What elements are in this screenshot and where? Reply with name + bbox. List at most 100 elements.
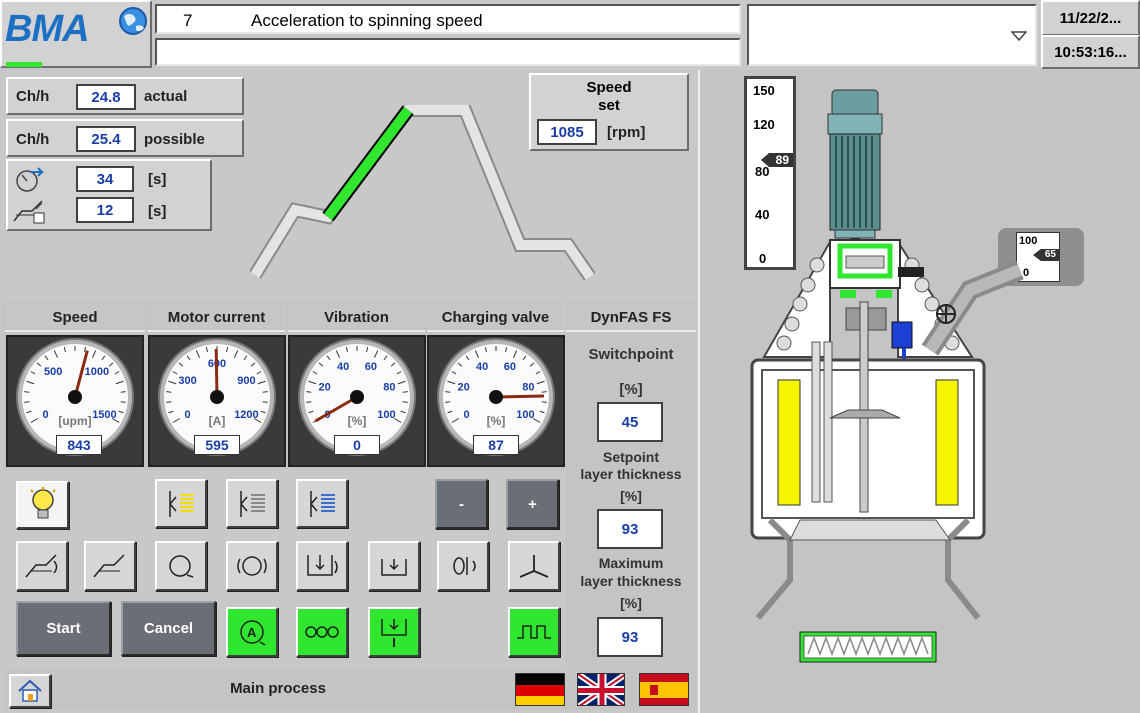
gauge-tick: [262, 401, 268, 403]
screw-conveyor-button[interactable]: [296, 607, 348, 657]
pulse-icon: [517, 625, 551, 639]
max-thickness-value[interactable]: 93: [597, 617, 663, 657]
ramp-icon: [93, 554, 125, 578]
gauge-unit: [upm]: [58, 414, 91, 428]
date-display: 11/22/2...: [1041, 0, 1140, 36]
message-display: [155, 38, 741, 66]
auto-rotation-button[interactable]: A: [226, 607, 278, 657]
discharge-program-button-1[interactable]: [155, 479, 207, 528]
ramp-time-unit: [s]: [148, 203, 167, 220]
switchpoint-value[interactable]: 45: [597, 402, 663, 442]
setpoint-value[interactable]: 93: [597, 509, 663, 549]
pulse-mode-button[interactable]: [508, 607, 560, 657]
gauge-needle: [495, 394, 545, 399]
switchpoint-unit: [%]: [619, 381, 643, 398]
gauge-title-current: Motor current: [148, 304, 285, 332]
gauge-tick: [306, 391, 312, 393]
plough-auto-icon: [381, 619, 407, 647]
speed-set-panel: Speed set 1085 [rpm]: [529, 73, 689, 151]
start-button[interactable]: Start: [16, 601, 111, 656]
actual-throughput-value: 24.8: [76, 84, 136, 110]
speed-set-value[interactable]: 1085: [537, 119, 597, 145]
plough-icon: [381, 559, 407, 576]
speed-set-unit: [rpm]: [607, 124, 646, 141]
setpoint-unit: [%]: [620, 488, 642, 504]
throughput-actual-panel: Ch/h 24.8 actual: [6, 77, 244, 115]
gauge-tick-label: 60: [365, 361, 377, 373]
gauge-title-charging-valve: Charging valve: [427, 304, 564, 332]
timer-value: 34: [76, 166, 134, 192]
gauge-hub: [210, 390, 224, 404]
hmi-screen: BMA 7 Acceleration to spinning speed 11/…: [0, 0, 1140, 713]
gauge-tick: [445, 391, 451, 393]
gauge-tick: [541, 401, 547, 403]
gauge-tick-label: 100: [377, 409, 395, 421]
gauge-tick-label: 40: [476, 361, 488, 373]
gauge-tick: [120, 391, 126, 393]
screen-title: Main process: [230, 680, 326, 697]
speed-set-subtitle: set: [598, 97, 620, 114]
lightbulb-icon: [29, 487, 56, 519]
rotation-button[interactable]: [155, 541, 207, 591]
gauge-tick-label: 1200: [234, 409, 258, 421]
home-button[interactable]: [9, 674, 51, 708]
gauges-section: Speed Motor current Vibration Charging v…: [3, 302, 565, 470]
unit-label: Ch/h: [16, 88, 50, 105]
possible-label: possible: [144, 131, 205, 148]
gauge-tick: [402, 391, 408, 393]
discharge-program-button-2[interactable]: [226, 479, 278, 528]
gauge-speed: 0 500 1000 1500 [upm] 843: [6, 335, 144, 467]
ramp-button[interactable]: [84, 541, 136, 591]
ramp-time-value: 12: [76, 197, 134, 223]
unit-label: Ch/h: [16, 131, 50, 148]
ramp-up-icon: [25, 554, 58, 578]
motor-current-value: 595: [194, 435, 240, 455]
globe-icon: [119, 7, 147, 35]
alarm-dropdown[interactable]: [747, 4, 1037, 66]
discharge-program-button-3[interactable]: [296, 479, 348, 528]
logo-area: BMA: [0, 0, 152, 68]
gauge-title-speed: Speed: [5, 304, 145, 332]
gauge-tick-label: 0: [42, 409, 48, 421]
gauge-unit: [A]: [209, 414, 226, 428]
light-button[interactable]: [16, 481, 69, 529]
plough-lower-icon: [307, 555, 338, 576]
cancel-button[interactable]: Cancel: [121, 601, 216, 656]
gauge-tick-label: 1000: [85, 366, 109, 378]
gauge-tick: [120, 401, 126, 403]
home-icon: [18, 679, 42, 702]
valve-close-button[interactable]: [437, 541, 489, 591]
vibration-value: 0: [334, 435, 380, 455]
discharge-button[interactable]: [508, 541, 560, 591]
footer-bar: Main process: [3, 670, 696, 710]
gauge-unit: [%]: [348, 414, 367, 428]
flag-english-button[interactable]: [577, 673, 625, 706]
increment-button[interactable]: +: [506, 479, 559, 529]
ramp-time-icon: [13, 200, 45, 224]
flag-spanish-button[interactable]: [639, 673, 689, 706]
decrement-button[interactable]: -: [435, 479, 488, 529]
plough-button[interactable]: [368, 541, 420, 591]
gauge-tick: [306, 401, 312, 403]
timer-icon: [16, 167, 44, 192]
gauge-unit: [%]: [487, 414, 506, 428]
gauge-tick: [445, 401, 451, 403]
status-led-bar: [6, 62, 42, 67]
ramp-up-button[interactable]: [16, 541, 68, 591]
plough-lower-button[interactable]: [296, 541, 348, 591]
max-thickness-label: Maximum: [598, 555, 664, 571]
max-thickness-label-2: layer thickness: [580, 573, 682, 589]
gauge-tick-label: 80: [383, 381, 395, 393]
rotation-cycle-button[interactable]: [226, 541, 278, 591]
possible-throughput-value: 25.4: [76, 126, 136, 152]
gauge-tick-label: 80: [522, 381, 534, 393]
gauge-tick: [541, 391, 547, 393]
plough-auto-button[interactable]: [368, 607, 420, 657]
flag-german-button[interactable]: [515, 673, 565, 706]
gauge-charging-valve: 0 20 40 60 80 100 [%] 87: [427, 335, 565, 467]
gauge-tick-label: 100: [516, 409, 534, 421]
gauge-tick: [24, 401, 30, 403]
charging-valve-value: 87: [473, 435, 519, 455]
dynfas-title: DynFAS FS: [566, 304, 696, 332]
bma-logo: BMA: [5, 8, 90, 50]
